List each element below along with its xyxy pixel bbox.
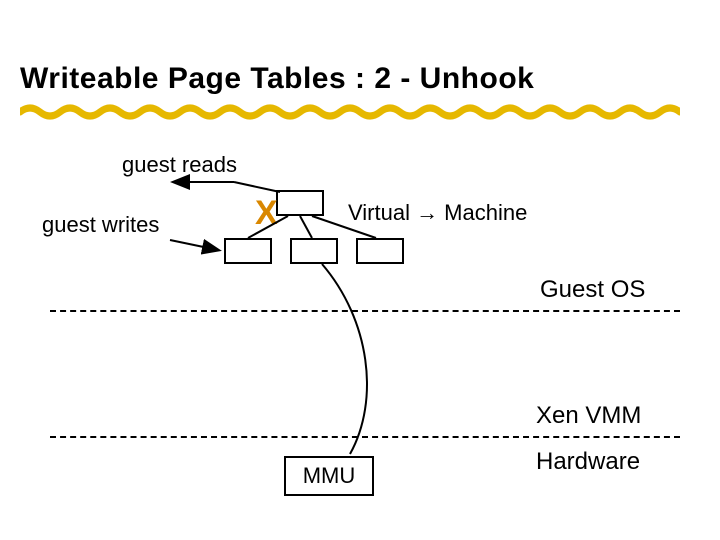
label-mmu: MMU	[303, 463, 356, 489]
title-underline	[20, 104, 680, 120]
box-mmu: MMU	[284, 456, 374, 496]
label-hardware: Hardware	[536, 448, 640, 476]
x-mark-icon: X	[255, 194, 278, 233]
box-pt-1	[224, 238, 272, 264]
label-guest-os: Guest OS	[540, 276, 645, 304]
box-root-pt	[276, 190, 324, 216]
label-xen-vmm: Xen VMM	[536, 402, 641, 430]
box-pt-2	[290, 238, 338, 264]
box-pt-3	[356, 238, 404, 264]
divider-xen-hardware	[50, 436, 680, 438]
label-guest-reads: guest reads	[122, 152, 237, 178]
slide-title: Writeable Page Tables : 2 - Unhook	[20, 62, 534, 96]
label-virtual-machine: Virtual → Machine	[348, 200, 527, 226]
divider-guest-xen	[50, 310, 680, 312]
label-guest-writes: guest writes	[42, 212, 159, 238]
